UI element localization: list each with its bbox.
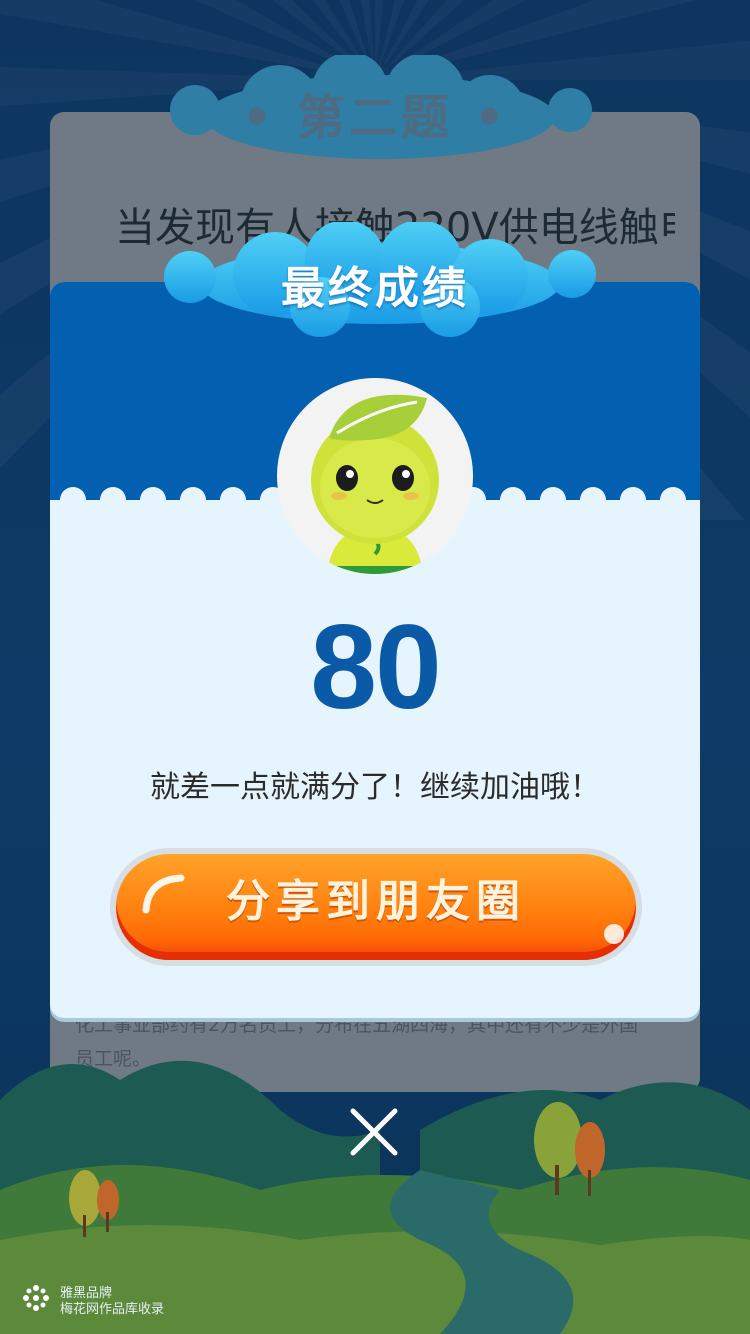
mascot-illustration [311,394,439,574]
share-to-moments-button[interactable]: 分享到朋友圈 [110,848,642,966]
mascot-avatar [277,378,473,574]
share-button-label: 分享到朋友圈 [226,876,526,927]
encouragement-message: 就差一点就满分了！继续加油哦！ [150,770,600,805]
final-score: 80 [310,600,441,734]
meihua-logo-icon [23,1285,49,1311]
button-highlight [604,924,624,944]
watermark: 雅黑品牌 梅花网作品库收录 [20,1282,280,1322]
watermark-line-2: 梅花网作品库收录 [60,1302,165,1317]
share-button-face: 分享到朋友圈 [116,854,636,960]
modal-title: 最终成绩 [281,263,469,314]
question-number-title: • 第二题 • [241,90,509,146]
close-icon[interactable] [349,1107,399,1157]
